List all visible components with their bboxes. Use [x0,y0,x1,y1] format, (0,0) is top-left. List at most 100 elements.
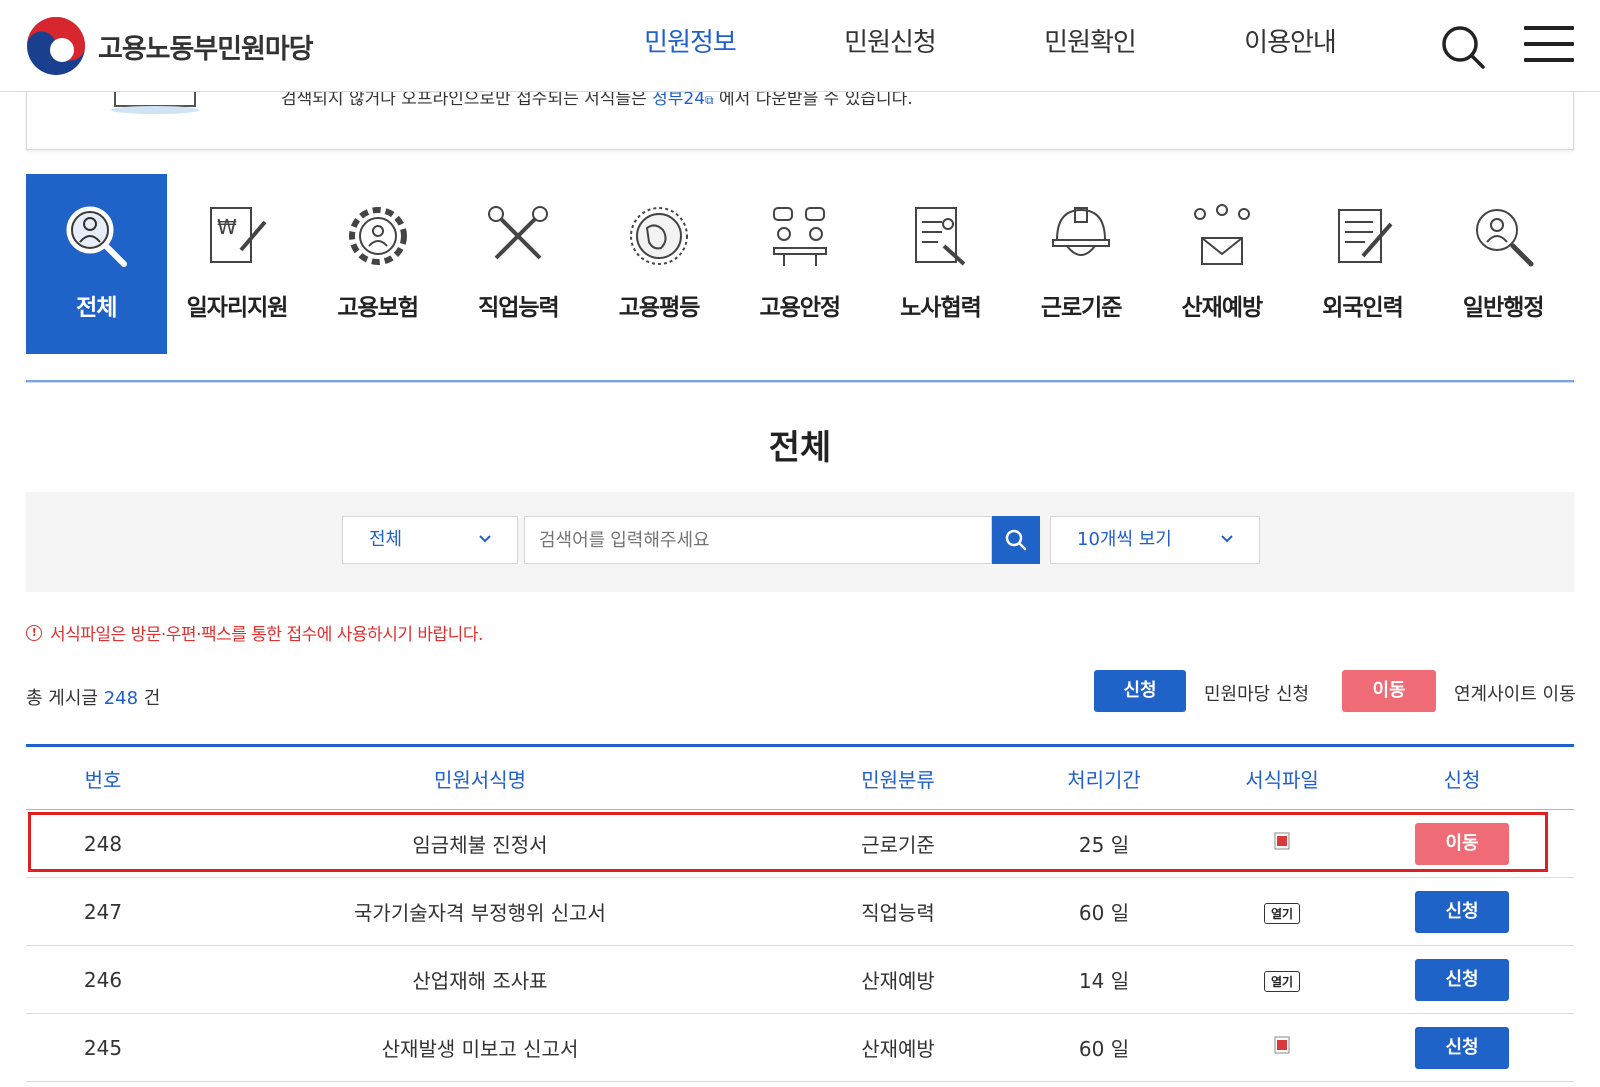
total-count: 248 [103,688,139,709]
category-job-skills[interactable]: 직업능력 [448,174,589,354]
apply-button[interactable]: 신청 [1415,890,1509,933]
total-prefix: 총 게시글 [26,688,98,709]
row-number: 248 [83,831,123,856]
site-header: 고용노동부민원마당 민원정보 민원신청 민원확인 이용안내 [0,0,1600,92]
category-select-value: 전체 [369,529,403,550]
table-row: 248 임금체불 진정서 근로기준 25 일 이동 [26,810,1574,878]
chevron-down-icon [1221,535,1233,543]
meeting-people-icon [772,207,827,266]
category-labor-cooperation[interactable]: 노사협력 [870,174,1011,354]
table-row: 247 국가기술자격 부정행위 신고서 직업능력 60 일 열기 신청 [26,878,1574,946]
col-apply: 신청 [1443,767,1481,792]
category-employment-stability[interactable]: 고용안정 [729,174,870,354]
category-label: 전체 [76,295,117,321]
row-period: 60 일 [1078,901,1130,925]
category-select[interactable]: 전체 [342,516,518,564]
row-action: 신청 [1372,1026,1552,1069]
warning-text: 서식파일은 방문·우편·팩스를 통한 접수에 사용하시기 바랍니다. [50,625,483,645]
row-form-name: 산업재해 조사표 [412,969,548,993]
apply-button[interactable]: 신청 [1415,1026,1509,1069]
hwp-file-icon[interactable] [1272,831,1292,851]
category-label: 산재예방 [1181,295,1264,321]
category-label: 고용안정 [759,295,841,321]
row-number: 247 [83,899,123,924]
nav-civil-check[interactable]: 민원확인 [990,22,1190,59]
row-category: 근로기준 [861,833,935,857]
form-table: 번호 민원서식명 민원분류 처리기간 서식파일 신청 248 임금체불 진정서 … [26,744,1574,1082]
row-number: 245 [83,1035,123,1060]
row-category: 산재예방 [861,969,935,993]
info-icon: ! [26,624,42,641]
category-employment-insurance[interactable]: 고용보험 [307,174,448,354]
row-form-name: 임금체불 진정서 [412,833,548,857]
search-icon[interactable] [1440,24,1486,70]
category-label: 근로기준 [1040,295,1123,321]
row-period: 60 일 [1078,1037,1130,1061]
row-action: 신청 [1372,958,1552,1001]
gov24-link[interactable]: 정부24 [652,89,705,109]
legend-move-badge: 이동 [1342,670,1436,712]
tools-icon [488,206,549,260]
category-tabs: 전체 ₩ 일자리지원 고용보험 직업능력 고용평등 고용안정 노사협력 근로기준… [26,174,1574,354]
category-label: 일자리지원 [186,295,289,321]
row-category: 직업능력 [861,901,935,925]
col-form-file: 서식파일 [1245,767,1319,792]
nav-usage-guide[interactable]: 이용안내 [1190,22,1390,59]
row-action: 이동 [1372,822,1552,865]
table-header: 번호 민원서식명 민원분류 처리기간 서식파일 신청 [26,744,1574,810]
magnifier-person-icon [1476,209,1534,267]
row-file [1192,831,1372,856]
category-employment-equality[interactable]: 고용평등 [589,174,730,354]
site-logo[interactable]: 고용노동부민원마당 [26,16,314,76]
col-category: 민원분류 [861,767,935,792]
total-suffix: 건 [143,688,161,709]
site-logo-text: 고용노동부민원마당 [98,33,314,65]
chevron-down-icon [479,535,491,543]
rows-per-page-value: 10개씩 보기 [1077,529,1172,550]
search-input[interactable] [524,516,992,564]
legend-apply-badge: 신청 [1094,670,1186,712]
page-title: 전체 [768,428,832,468]
nav-civil-apply[interactable]: 민원신청 [790,22,990,59]
category-label: 일반행정 [1462,295,1545,321]
taegeuk-logo-icon [27,17,85,75]
search-button[interactable] [992,516,1040,564]
document-pencil-icon [1337,209,1393,263]
row-period: 14 일 [1078,969,1130,993]
notice-text-before: 검색되지 않거나 오프라인으로만 접수되는 서식들은 [281,89,653,109]
legend-apply-label: 민원마당 신청 [1204,684,1310,705]
svg-text:₩: ₩ [217,215,237,239]
people-envelope-icon [1193,204,1250,265]
rows-per-page-select[interactable]: 10개씩 보기 [1050,516,1260,564]
category-label: 고용보험 [337,295,419,321]
nav-civil-info[interactable]: 민원정보 [590,22,790,59]
col-form-name: 민원서식명 [434,767,526,792]
move-button[interactable]: 이동 [1415,822,1509,865]
apply-button[interactable]: 신청 [1415,958,1509,1001]
table-row: 245 산재발생 미보고 신고서 산재예방 60 일 신청 [26,1014,1574,1082]
open-file-button[interactable]: 열기 [1263,971,1301,992]
col-period: 처리기간 [1067,767,1141,792]
hwp-file-icon[interactable] [1272,1035,1292,1055]
row-category: 산재예방 [861,1037,935,1061]
gear-person-icon [348,207,407,265]
row-file [1192,1035,1372,1060]
category-foreign-workforce[interactable]: 외국인력 [1292,174,1433,354]
category-all[interactable]: 전체 [26,174,167,354]
helmet-icon [1052,207,1111,256]
category-divider [26,380,1574,383]
open-file-button[interactable]: 열기 [1263,903,1301,924]
category-general-admin[interactable]: 일반행정 [1433,174,1574,354]
category-label: 노사협력 [900,295,982,321]
hamburger-menu-icon[interactable] [1524,26,1574,66]
table-row: 246 산업재해 조사표 산재예방 14 일 열기 신청 [26,946,1574,1014]
form-file-warning: ! 서식파일은 방문·우편·팩스를 통한 접수에 사용하시기 바랍니다. [26,620,483,645]
category-accident-prevention[interactable]: 산재예방 [1152,174,1293,354]
category-labor-standards[interactable]: 근로기준 [1011,174,1152,354]
col-number: 번호 [84,767,122,792]
row-form-name: 국가기술자격 부정행위 신고서 [354,901,606,925]
row-file: 열기 [1192,967,1372,992]
search-bar: 전체 10개씩 보기 [26,492,1574,592]
category-label: 외국인력 [1322,295,1404,321]
category-job-support[interactable]: ₩ 일자리지원 [167,174,308,354]
